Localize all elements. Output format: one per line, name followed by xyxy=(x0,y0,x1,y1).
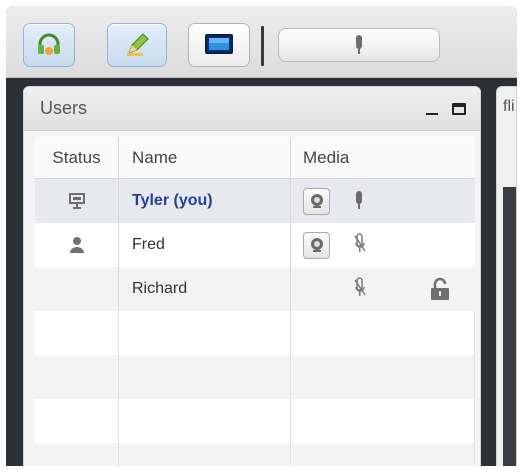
user-name: Richard xyxy=(132,280,188,297)
empty-cell xyxy=(119,443,291,466)
user-row[interactable]: Tyler (you) xyxy=(35,179,475,223)
empty-cell xyxy=(119,311,291,355)
empty-row xyxy=(35,355,475,399)
screen-share-button[interactable] xyxy=(188,23,250,67)
webcam-icon xyxy=(310,238,323,252)
webcam-button[interactable] xyxy=(303,231,330,259)
empty-row xyxy=(35,311,475,355)
user-name: Tyler (you) xyxy=(132,192,213,209)
name-cell: Richard xyxy=(119,267,291,311)
user-name: Fred xyxy=(132,236,165,253)
desktop-icon xyxy=(205,34,233,54)
media-cell xyxy=(291,223,475,267)
webcam-icon xyxy=(310,194,323,208)
toolbar xyxy=(6,6,517,78)
empty-cell xyxy=(35,355,119,399)
user-row[interactable]: Fred xyxy=(35,223,475,267)
microphone-icon xyxy=(356,35,362,54)
empty-cell xyxy=(119,355,291,399)
empty-cell xyxy=(35,399,119,443)
audio-button[interactable] xyxy=(23,23,75,67)
column-header-media[interactable]: Media xyxy=(291,137,475,178)
headset-icon xyxy=(38,33,60,55)
whiteboard-button[interactable] xyxy=(107,23,167,67)
muted-mic-icon[interactable] xyxy=(353,233,367,257)
right-panel: fli xyxy=(496,86,517,466)
app-window: Users Status Name Media Tyler (you) Fred… xyxy=(6,6,517,466)
right-panel-content xyxy=(503,187,516,466)
empty-cell xyxy=(291,443,475,466)
status-cell xyxy=(35,267,119,311)
users-panel-header: Users xyxy=(24,87,480,131)
talk-button[interactable] xyxy=(278,28,440,62)
empty-row xyxy=(35,443,475,466)
muted-mic-icon[interactable] xyxy=(353,277,367,301)
users-panel: Users Status Name Media Tyler (you) Fred… xyxy=(23,86,481,466)
presenter-icon xyxy=(68,193,85,209)
toolbar-separator xyxy=(261,26,264,66)
users-panel-title: Users xyxy=(40,98,88,118)
user-icon xyxy=(69,237,84,253)
empty-cell xyxy=(291,399,475,443)
status-cell xyxy=(35,179,119,223)
media-cell xyxy=(291,179,475,223)
column-header-status[interactable]: Status xyxy=(35,137,119,178)
minimize-icon[interactable] xyxy=(426,112,438,115)
maximize-icon[interactable] xyxy=(452,102,466,115)
status-cell xyxy=(35,223,119,267)
empty-cell xyxy=(119,399,291,443)
unlock-icon[interactable] xyxy=(429,277,451,301)
empty-cell xyxy=(291,355,475,399)
user-row[interactable]: Richard xyxy=(35,267,475,311)
column-header-name[interactable]: Name xyxy=(119,137,291,178)
empty-cell xyxy=(35,443,119,466)
users-grid: Status Name Media Tyler (you) Fred Richa… xyxy=(35,137,475,466)
name-cell: Tyler (you) xyxy=(119,179,291,223)
name-cell: Fred xyxy=(119,223,291,267)
empty-cell xyxy=(291,311,475,355)
active-mic-icon[interactable] xyxy=(353,190,365,212)
webcam-button[interactable] xyxy=(303,187,330,215)
right-panel-title: fli xyxy=(503,98,515,115)
empty-cell xyxy=(35,311,119,355)
pencil-icon xyxy=(127,33,149,56)
media-cell xyxy=(291,267,475,311)
users-grid-header: Status Name Media xyxy=(35,137,475,179)
empty-row xyxy=(35,399,475,443)
